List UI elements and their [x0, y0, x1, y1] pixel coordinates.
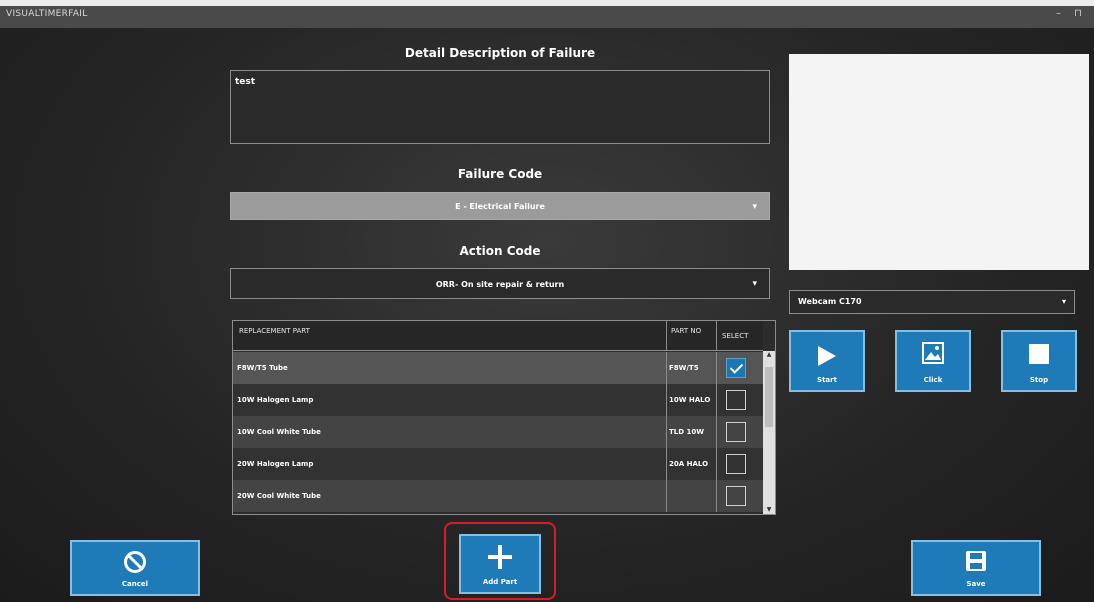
table-row[interactable]: 10W Cool White Tube TLD 10W	[233, 416, 763, 448]
minimize-button[interactable]: –	[1056, 8, 1061, 19]
part-number: 10W HALO	[669, 396, 711, 404]
table-row[interactable]: F8W/T5 Tube F8W/T5	[233, 352, 763, 384]
webcam-preview	[789, 54, 1089, 270]
chevron-down-icon: ▾	[752, 279, 757, 289]
action-code-title: Action Code	[459, 244, 541, 258]
cancel-button[interactable]: Cancel	[70, 540, 200, 596]
cancel-label: Cancel	[121, 580, 149, 588]
scrollbar-thumb[interactable]	[765, 367, 773, 427]
add-part-button[interactable]: Add Part	[459, 534, 541, 594]
action-code-value: ORR- On site repair & return	[435, 280, 565, 289]
stop-button[interactable]: Stop	[1001, 330, 1077, 392]
add-part-label: Add Part	[482, 578, 518, 586]
description-title: Detail Description of Failure	[404, 46, 596, 60]
part-name: F8W/T5 Tube	[237, 364, 288, 372]
failure-code-title: Failure Code	[457, 167, 543, 181]
header-replacement-part: REPLACEMENT PART	[239, 327, 310, 335]
save-button[interactable]: Save	[911, 540, 1041, 596]
chevron-down-icon: ▾	[752, 202, 757, 212]
failure-code-select[interactable]: E - Electrical Failure ▾	[230, 192, 770, 220]
start-button[interactable]: Start	[789, 330, 865, 392]
failure-code-value: E - Electrical Failure	[455, 202, 545, 211]
start-label: Start	[817, 376, 837, 384]
part-name: 10W Halogen Lamp	[237, 396, 314, 404]
part-name: 10W Cool White Tube	[237, 428, 321, 436]
table-row[interactable]: 10W Halogen Lamp 10W HALO	[233, 384, 763, 416]
table-scrollbar[interactable]: ▲ ▼	[763, 351, 775, 514]
webcam-device-value: Webcam C170	[798, 297, 862, 306]
select-checkbox[interactable]	[726, 390, 746, 410]
stop-label: Stop	[1029, 376, 1049, 384]
webcam-device-select[interactable]: Webcam C170 ▾	[789, 290, 1075, 314]
scroll-up-icon[interactable]: ▲	[763, 351, 775, 359]
part-name: 20W Cool White Tube	[237, 492, 321, 500]
click-button[interactable]: Click	[895, 330, 971, 392]
select-checkbox[interactable]	[726, 358, 746, 378]
chevron-down-icon: ▾	[1061, 297, 1066, 306]
table-header: REPLACEMENT PART PART NO SELECT	[233, 321, 763, 351]
select-checkbox[interactable]	[726, 486, 746, 506]
select-checkbox[interactable]	[726, 454, 746, 474]
part-number: 20A HALO	[669, 460, 709, 468]
stop-icon	[1029, 344, 1049, 364]
plus-icon	[488, 545, 512, 569]
header-select: SELECT	[722, 332, 749, 340]
restore-button[interactable]: ⊓	[1074, 8, 1082, 19]
description-textarea[interactable]: test	[230, 70, 770, 144]
part-name: 20W Halogen Lamp	[237, 460, 314, 468]
play-icon	[818, 346, 836, 366]
save-icon	[966, 551, 986, 571]
table-row[interactable]: 20W Halogen Lamp 20A HALO	[233, 448, 763, 480]
camera-icon	[922, 342, 944, 364]
select-checkbox[interactable]	[726, 422, 746, 442]
part-number: TLD 10W	[669, 428, 704, 436]
part-number: F8W/T5	[669, 364, 699, 372]
parts-table: REPLACEMENT PART PART NO SELECT F8W/T5 T…	[232, 320, 776, 515]
action-code-select[interactable]: ORR- On site repair & return ▾	[230, 268, 770, 299]
save-label: Save	[966, 580, 986, 588]
scroll-down-icon[interactable]: ▼	[763, 506, 775, 514]
title-bar: VISUALTIMERFAIL – ⊓	[0, 0, 1094, 28]
table-row[interactable]: 20W Cool White Tube	[233, 480, 763, 512]
click-label: Click	[923, 376, 943, 384]
header-part-no: PART NO	[671, 327, 702, 335]
cancel-icon	[124, 551, 146, 573]
window-title: VISUALTIMERFAIL	[6, 9, 88, 19]
